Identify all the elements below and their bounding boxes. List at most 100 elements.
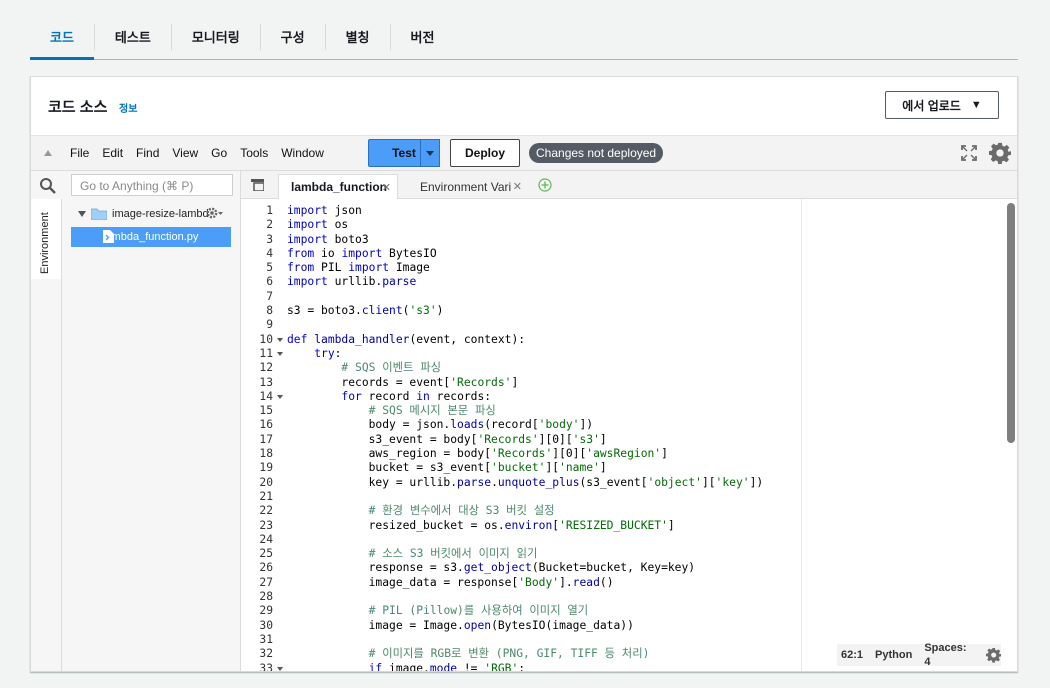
tab-code[interactable]: 코드 <box>30 14 94 60</box>
editor-status-bar: 62:1 Python Spaces: 4 <box>837 642 1001 668</box>
tab-aliases[interactable]: 별칭 <box>326 14 390 59</box>
gear-icon[interactable] <box>989 142 1011 164</box>
fold-arrow-icon[interactable] <box>277 394 283 399</box>
code-editor[interactable]: 1 2 3 4 5 6 7 8 9 10 11 12 13 14 15 16 17 18 19 20 21 22 23 24 2… <box>241 199 1017 672</box>
fold-arrow-icon[interactable] <box>277 337 283 342</box>
code-line[interactable]: s3 = boto3.client('s3') <box>287 304 807 318</box>
gear-icon[interactable] <box>985 647 1001 663</box>
code-line[interactable] <box>287 290 807 304</box>
menu-find[interactable]: Find <box>136 146 159 160</box>
line-number: 22 <box>259 504 273 518</box>
code-line[interactable]: try: <box>287 347 807 361</box>
code-line[interactable]: if image.mode != 'RGB': <box>287 662 807 672</box>
line-number: 19 <box>259 461 273 475</box>
code-line[interactable]: import urllib.parse <box>287 275 807 289</box>
editor-tab-environment-vars[interactable]: Environment Vari ✕ <box>408 174 528 199</box>
code-source-header: 코드 소스 정보 에서 업로드 ▼ <box>31 77 1017 135</box>
line-number: 13 <box>259 375 273 389</box>
caret-down-icon <box>426 150 434 156</box>
tree-folder-item[interactable]: image-resize-lambd <box>78 208 209 220</box>
line-number: 3 <box>266 232 273 246</box>
menu-go[interactable]: Go <box>211 146 227 160</box>
code-line[interactable]: from PIL import Image <box>287 261 807 275</box>
code-line[interactable] <box>287 633 807 647</box>
code-line[interactable]: for record in records: <box>287 390 807 404</box>
code-line[interactable]: from io import BytesIO <box>287 247 807 261</box>
code-line[interactable]: # 환경 변수에서 대상 S3 버킷 설정 <box>287 504 807 518</box>
line-number: 16 <box>259 418 273 432</box>
print-margin <box>801 199 802 671</box>
code-line[interactable]: # SQS 이벤트 파싱 <box>287 361 807 375</box>
indentation-setting[interactable]: Spaces: 4 <box>924 641 973 670</box>
python-file-icon <box>103 230 114 243</box>
folder-icon <box>91 208 107 220</box>
code-line[interactable]: records = event['Records'] <box>287 376 807 390</box>
close-icon[interactable]: ✕ <box>513 180 522 193</box>
deploy-button[interactable]: Deploy <box>450 139 520 167</box>
code-line[interactable]: resized_bucket = os.environ['RESIZED_BUC… <box>287 519 807 533</box>
code-line[interactable]: # 이미지를 RGB로 변환 (PNG, GIF, TIFF 등 처리) <box>287 647 807 661</box>
fullscreen-icon[interactable] <box>961 145 977 161</box>
code-line[interactable]: response = s3.get_object(Bucket=bucket, … <box>287 561 807 575</box>
go-to-anything-input[interactable]: Go to Anything (⌘ P) <box>71 174 233 196</box>
menu-file[interactable]: File <box>70 146 89 160</box>
cursor-position[interactable]: 62:1 <box>841 648 863 662</box>
line-number: 7 <box>266 289 273 303</box>
menu-edit[interactable]: Edit <box>102 146 123 160</box>
tab-test[interactable]: 테스트 <box>95 14 171 59</box>
line-number: 26 <box>259 561 273 575</box>
line-number: 21 <box>259 489 273 503</box>
code-line[interactable]: s3_event = body['Records'][0]['s3'] <box>287 433 807 447</box>
search-icon[interactable] <box>39 177 57 195</box>
tree-file-item-selected[interactable]: lambda_function.py <box>71 227 231 247</box>
editor-tab-label: Environment Vari <box>420 179 512 194</box>
info-link[interactable]: 정보 <box>119 100 137 115</box>
language-mode[interactable]: Python <box>875 648 912 662</box>
environment-side-tab[interactable]: Environment <box>31 199 62 279</box>
collapse-toolbar-icon[interactable] <box>44 150 52 156</box>
expand-arrow-icon[interactable] <box>78 211 86 217</box>
code-line[interactable]: image = Image.open(BytesIO(image_data)) <box>287 619 807 633</box>
code-content[interactable]: import json import os import boto3 from io … <box>287 204 807 672</box>
close-icon[interactable]: ✕ <box>382 181 391 194</box>
code-line[interactable] <box>287 318 807 332</box>
status-badge: Changes not deployed <box>529 143 664 163</box>
fold-arrow-icon[interactable] <box>277 666 283 671</box>
page-title: 코드 소스 <box>48 99 108 116</box>
editor-scrollbar[interactable] <box>1007 203 1015 443</box>
tab-versions[interactable]: 버전 <box>391 14 455 59</box>
tab-monitoring[interactable]: 모니터링 <box>172 14 260 59</box>
environment-panel: Go to Anything (⌘ P) Environment image-r… <box>31 171 241 671</box>
add-tab-icon[interactable] <box>538 178 552 192</box>
editor-tab-label: lambda_function <box>291 180 388 194</box>
code-line[interactable]: # 소스 S3 버킷에서 이미지 읽기 <box>287 547 807 561</box>
fold-arrow-icon[interactable] <box>277 351 283 356</box>
code-line[interactable] <box>287 533 807 547</box>
code-line[interactable]: def lambda_handler(event, context): <box>287 333 807 347</box>
upload-from-button[interactable]: 에서 업로드 ▼ <box>885 91 999 119</box>
menu-tools[interactable]: Tools <box>240 146 268 160</box>
code-line[interactable]: key = urllib.parse.unquote_plus(s3_event… <box>287 476 807 490</box>
code-line[interactable]: import os <box>287 218 807 232</box>
editor-tab-lambda-function[interactable]: lambda_function ✕ <box>278 174 398 199</box>
test-dropdown-button[interactable] <box>420 139 440 167</box>
tab-configuration[interactable]: 구성 <box>261 14 325 59</box>
code-line[interactable]: body = json.loads(record['body']) <box>287 418 807 432</box>
code-line[interactable]: image_data = response['Body'].read() <box>287 576 807 590</box>
file-name: lambda_function.py <box>103 231 199 243</box>
code-line[interactable]: # SQS 메시지 본문 파싱 <box>287 404 807 418</box>
code-line[interactable]: # PIL (Pillow)를 사용하여 이미지 열기 <box>287 604 807 618</box>
menu-view[interactable]: View <box>172 146 198 160</box>
tab-list-icon[interactable] <box>251 179 264 191</box>
code-line[interactable]: aws_region = body['Records'][0]['awsRegi… <box>287 447 807 461</box>
code-line[interactable]: bucket = s3_event['bucket']['name'] <box>287 461 807 475</box>
folder-settings-icon[interactable] <box>206 206 224 220</box>
code-line[interactable]: import json <box>287 204 807 218</box>
line-number: 8 <box>266 304 273 318</box>
lambda-console-page: 코드 테스트 모니터링 구성 별칭 버전 코드 소스 정보 에서 업로드 ▼ F… <box>0 0 1050 688</box>
code-line[interactable] <box>287 590 807 604</box>
menu-window[interactable]: Window <box>281 146 324 160</box>
line-number: 18 <box>259 447 273 461</box>
code-line[interactable] <box>287 490 807 504</box>
code-line[interactable]: import boto3 <box>287 233 807 247</box>
